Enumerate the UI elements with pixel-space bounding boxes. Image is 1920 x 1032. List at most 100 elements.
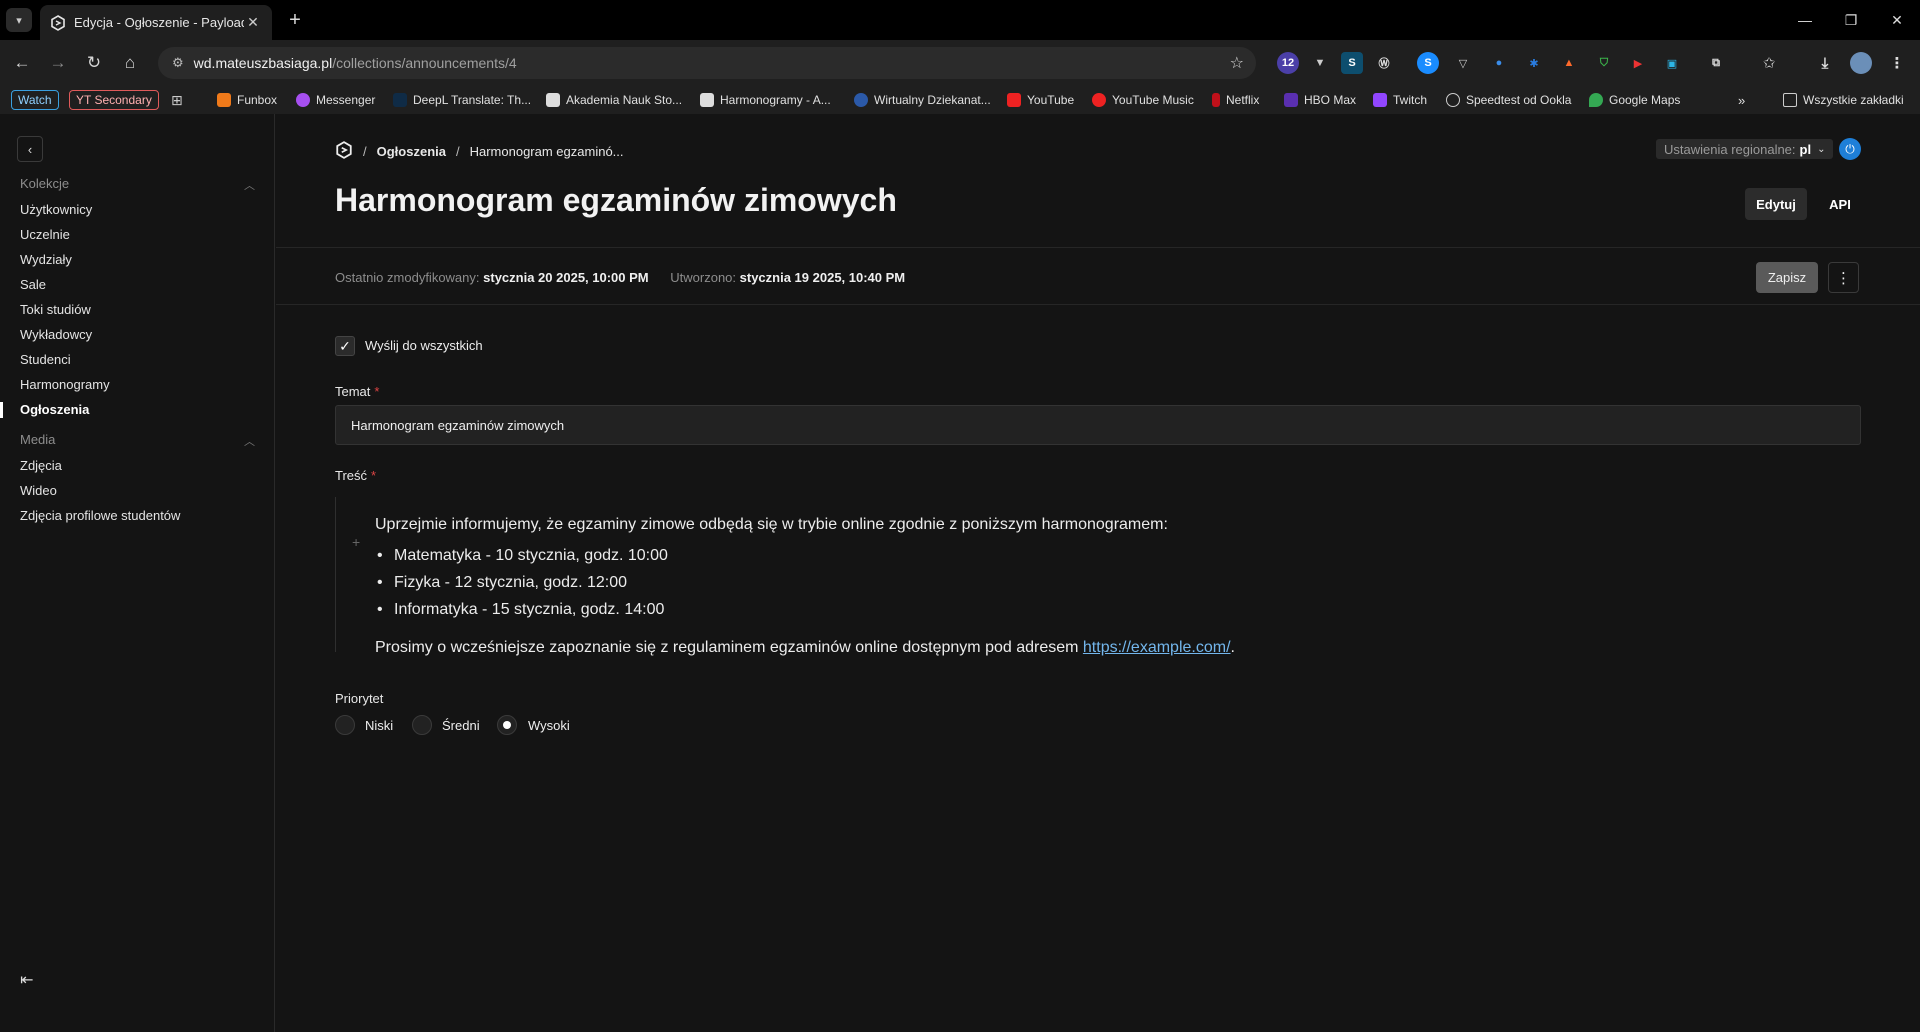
sidebar-item-announcements[interactable]: Ogłoszenia (20, 402, 89, 417)
browser-toolbar: ← → ↻ ⌂ ⚙ wd.mateuszbasiaga.pl/collectio… (0, 40, 1920, 86)
browser-tab-active[interactable]: Edycja - Ogłoszenie - Payload ✕ (40, 5, 272, 40)
collapse-sidebar-button[interactable]: ‹ (17, 136, 43, 162)
content-link[interactable]: https://example.com/ (1083, 639, 1231, 656)
minimize-button[interactable]: — (1782, 0, 1828, 40)
extensions-puzzle-icon[interactable]: ⧉ (1705, 52, 1727, 74)
deepl-icon (393, 93, 407, 107)
sidebar-item-student-photos[interactable]: Zdjęcia profilowe studentów (20, 508, 180, 523)
power-icon[interactable]: ⏻ (1839, 138, 1861, 160)
document-meta: Ostatnio zmodyfikowany: stycznia 20 2025… (335, 270, 906, 285)
priority-radio-low[interactable] (335, 715, 355, 735)
extension-badge-icon[interactable]: 12 (1277, 52, 1299, 74)
priority-label-medium[interactable]: Średni (442, 718, 480, 733)
priority-radio-medium[interactable] (412, 715, 432, 735)
address-bar[interactable]: ⚙ wd.mateuszbasiaga.pl/collections/annou… (158, 47, 1256, 79)
bookmark-youtube-music[interactable]: YouTube Music (1092, 91, 1194, 109)
bookmark-star-icon[interactable]: ☆ (1230, 53, 1244, 73)
vue-extension-icon[interactable]: ▼ (1309, 52, 1331, 74)
shield-extension-icon[interactable]: ⛉ (1593, 52, 1615, 74)
bookmark-harmonogramy[interactable]: Harmonogramy - A... (700, 91, 831, 109)
bookmark-netflix[interactable]: Netflix (1212, 91, 1259, 109)
active-indicator (0, 402, 3, 418)
messenger-icon (296, 93, 310, 107)
sidebar-item-students[interactable]: Studenci (20, 352, 71, 367)
sidebar-item-users[interactable]: Użytkownicy (20, 202, 92, 217)
tab-edit[interactable]: Edytuj (1745, 188, 1807, 220)
vuetify-extension-icon[interactable]: ▽ (1452, 52, 1474, 74)
bookmark-hbo-max[interactable]: HBO Max (1284, 91, 1356, 109)
tab-search-button[interactable]: ▾ (6, 8, 32, 32)
bookmark-deepl[interactable]: DeepL Translate: Th... (393, 91, 531, 109)
menu-kebab-icon[interactable]: ⋮ (1886, 52, 1908, 74)
sidebar-item-study-programs[interactable]: Toki studiów (20, 302, 91, 317)
save-extension-icon[interactable]: ▣ (1661, 52, 1683, 74)
sidebar-item-video[interactable]: Wideo (20, 483, 57, 498)
close-window-button[interactable]: ✕ (1874, 0, 1920, 40)
bookmark-youtube[interactable]: YouTube (1007, 91, 1074, 109)
bookmark-google-maps[interactable]: Google Maps (1589, 91, 1680, 109)
logout-icon[interactable]: ⇤ (20, 970, 33, 990)
save-button[interactable]: Zapisz (1756, 262, 1818, 293)
group-media-label[interactable]: Media (20, 432, 55, 447)
divider (276, 304, 1920, 305)
back-button[interactable]: ← (7, 48, 37, 78)
more-options-icon[interactable]: ⋮ (1828, 262, 1859, 293)
sidebar-item-faculties[interactable]: Wydziały (20, 252, 72, 267)
sidebar-item-lecturers[interactable]: Wykładowcy (20, 327, 92, 342)
sik-extension-icon[interactable]: S (1341, 52, 1363, 74)
all-bookmarks-folder[interactable]: Wszystkie zakładki (1783, 91, 1904, 109)
reading-list-icon[interactable]: ✩ (1758, 52, 1780, 74)
w-extension-icon[interactable]: Ⓦ (1373, 52, 1395, 74)
flame-extension-icon[interactable]: ▲ (1558, 52, 1580, 74)
bookmark-speedtest[interactable]: Speedtest od Ookla (1446, 91, 1571, 109)
priority-label-low[interactable]: Niski (365, 718, 393, 733)
group-collections-label[interactable]: Kolekcje (20, 176, 69, 191)
locale-label: Ustawienia regionalne: (1664, 141, 1796, 157)
speedtest-icon (1446, 93, 1460, 107)
reload-button[interactable]: ↻ (79, 48, 109, 78)
send-all-label[interactable]: Wyślij do wszystkich (365, 338, 483, 353)
restore-button[interactable]: ❐ (1828, 0, 1874, 40)
bookmark-twitch[interactable]: Twitch (1373, 91, 1427, 109)
youtube-extension-icon[interactable]: ▶ (1627, 52, 1649, 74)
tab-close-icon[interactable]: ✕ (244, 14, 262, 32)
send-all-checkbox[interactable]: ✓ (335, 336, 355, 356)
priority-radio-high[interactable] (497, 715, 517, 735)
chevron-up-icon[interactable]: ︿ (244, 177, 255, 193)
subject-input[interactable]: Harmonogram egzaminów zimowych (335, 405, 1861, 445)
apps-grid-icon[interactable]: ⊞ (171, 91, 183, 109)
hbo-max-icon (1284, 93, 1298, 107)
user-extension-icon[interactable]: ● (1488, 52, 1510, 74)
sidebar-item-photos[interactable]: Zdjęcia (20, 458, 62, 473)
home-button[interactable]: ⌂ (115, 48, 145, 78)
breadcrumb-separator: / (455, 144, 460, 159)
payload-logo-icon[interactable] (335, 141, 353, 162)
locale-selector[interactable]: Ustawienia regionalne: pl ⌄ (1656, 139, 1834, 159)
shazam-extension-icon[interactable]: S (1417, 52, 1439, 74)
bookmark-wirtualny-dziekanat[interactable]: Wirtualny Dziekanat... (854, 91, 991, 109)
bookmark-messenger[interactable]: Messenger (296, 91, 375, 109)
content-paragraph: Prosimy o wcześniejsze zapoznanie się z … (375, 639, 1235, 656)
bookmark-watch[interactable]: Watch (11, 90, 59, 110)
breadcrumb-collection[interactable]: Ogłoszenia (377, 144, 446, 159)
add-block-icon[interactable]: + (352, 534, 360, 550)
chevron-up-icon[interactable]: ︿ (244, 433, 255, 449)
more-bookmarks-icon[interactable]: » (1738, 91, 1745, 109)
puzzle-blue-extension-icon[interactable]: ✱ (1523, 52, 1545, 74)
sidebar-item-schedules[interactable]: Harmonogramy (20, 377, 110, 392)
sidebar-item-universities[interactable]: Uczelnie (20, 227, 70, 242)
sidebar-item-rooms[interactable]: Sale (20, 277, 46, 292)
payload-admin: ‹ Kolekcje ︿ Użytkownicy Uczelnie Wydzia… (0, 114, 1920, 1032)
forward-button[interactable]: → (43, 48, 73, 78)
download-icon[interactable]: ⤓ (1814, 52, 1836, 74)
bookmark-yt-secondary[interactable]: YT Secondary (69, 90, 159, 110)
priority-label-high[interactable]: Wysoki (528, 718, 570, 733)
bookmark-akademia[interactable]: Akademia Nauk Sto... (546, 91, 682, 109)
bookmark-funbox[interactable]: Funbox (217, 91, 277, 109)
tab-api[interactable]: API (1817, 188, 1863, 220)
new-tab-button[interactable]: + (283, 8, 307, 32)
profile-avatar[interactable] (1850, 52, 1872, 74)
content-label: Treść * (335, 468, 377, 483)
site-info-icon[interactable]: ⚙ (172, 55, 184, 71)
content-editor[interactable]: Uprzejmie informujemy, że egzaminy zimow… (335, 497, 1861, 656)
